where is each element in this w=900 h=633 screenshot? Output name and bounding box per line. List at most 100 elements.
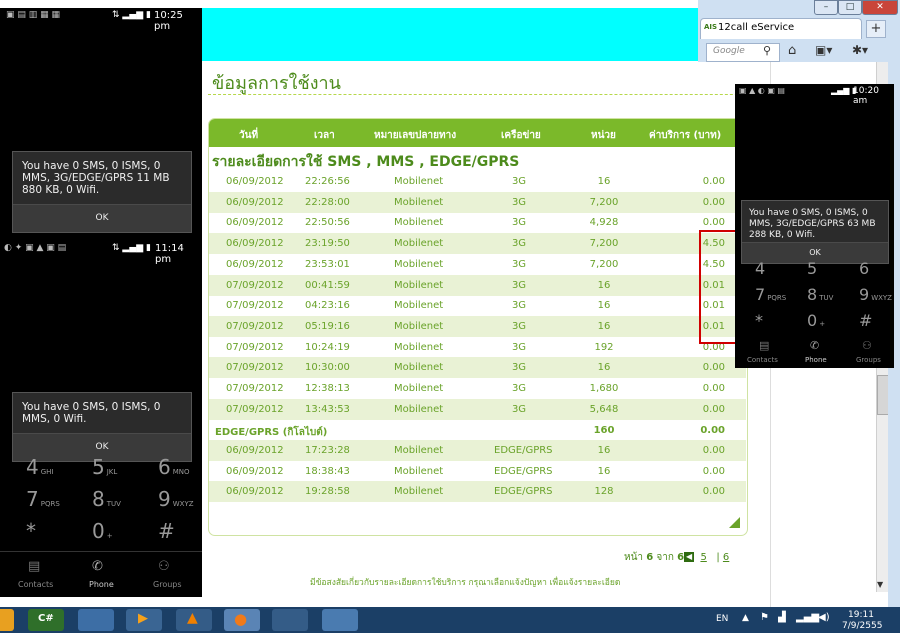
row-time: 04:23:16 (305, 300, 350, 312)
dial-key[interactable]: 5 (807, 259, 819, 278)
status-time: 11:14 pm (155, 243, 184, 265)
minimize-button[interactable]: – (814, 0, 838, 15)
dial-key[interactable]: 0 + (92, 519, 113, 543)
dial-key[interactable]: # (859, 311, 874, 330)
clock-time[interactable]: 19:11 (848, 610, 874, 620)
row-network: 3G (511, 383, 527, 394)
pager-link-last[interactable]: 6 (723, 552, 729, 563)
groups-icon[interactable]: ⚇ (862, 339, 872, 352)
explorer-icon[interactable] (78, 609, 114, 631)
previous-page-arrow-icon[interactable]: ◀ (684, 552, 695, 562)
dial-key-letters: WXYZ (871, 294, 892, 302)
row-destination: Mobilenet (394, 341, 444, 353)
row-units: 16 (597, 176, 611, 187)
contacts-icon[interactable]: ▤ (759, 339, 769, 352)
dial-key[interactable]: # (158, 519, 177, 543)
row-network: EDGE/GPRS (494, 486, 553, 498)
search-icon[interactable]: ⚲ (763, 44, 771, 57)
row-destination: Mobilenet (394, 445, 444, 456)
dial-key[interactable]: * (755, 311, 765, 330)
language-indicator[interactable]: EN (716, 614, 728, 624)
scroll-down-arrow-icon[interactable]: ▼ (877, 580, 883, 589)
row-fee: 0.00 (702, 196, 725, 208)
row-date: 06/09/2012 (226, 176, 284, 187)
dial-key[interactable]: 9 WXYZ (859, 285, 892, 304)
dial-key[interactable]: 7 PQRS (26, 487, 60, 511)
close-button[interactable]: ✕ (862, 0, 898, 15)
dial-key-digit: 0 (92, 519, 105, 543)
tab-phone[interactable]: Phone (805, 356, 827, 364)
tray-expand-icon[interactable]: ▲ (742, 613, 749, 623)
notification-icons: ◐ ✦ ▣ ▲ ▣ ▤ (4, 243, 67, 253)
row-date: 07/09/2012 (226, 279, 284, 291)
tab-groups[interactable]: Groups (153, 580, 182, 589)
tab-groups[interactable]: Groups (856, 356, 881, 364)
row-network: 3G (511, 176, 527, 187)
bookmarks-icon[interactable]: ▣▾ (815, 43, 832, 57)
vlc-icon[interactable]: ▲ (176, 609, 212, 631)
pager-label-of: จาก (656, 552, 674, 563)
dial-key[interactable]: 4 (755, 259, 767, 278)
dial-key-letters: MNO (172, 468, 190, 476)
home-icon[interactable]: ⌂ (788, 43, 796, 58)
clock-date[interactable]: 7/9/2555 (842, 621, 882, 631)
dial-key[interactable]: 0 + (807, 311, 825, 330)
window-controls: – □ ✕ (808, 0, 900, 15)
dial-key-letters: TUV (819, 294, 834, 302)
dial-key[interactable]: 9 WXYZ (158, 487, 194, 511)
maximize-button[interactable]: □ (838, 0, 862, 15)
phone-icon[interactable]: ✆ (810, 339, 819, 352)
dial-key[interactable]: 8 TUV (92, 487, 121, 511)
dial-key[interactable]: 6 (859, 259, 871, 278)
tab-contacts[interactable]: Contacts (747, 356, 778, 364)
firefox-icon[interactable]: ● (224, 609, 260, 631)
row-network: 3G (511, 341, 527, 353)
contacts-icon[interactable]: ▤ (28, 559, 40, 574)
dial-key-letters: PQRS (767, 294, 787, 302)
network-icon[interactable]: ▟ (778, 612, 786, 623)
row-date: 06/09/2012 (226, 258, 284, 270)
window-app-icon[interactable] (272, 609, 308, 631)
row-fee: 0.00 (702, 362, 725, 374)
media-player-icon[interactable]: ▶ (126, 609, 162, 631)
row-date: 07/09/2012 (226, 341, 284, 353)
tab-contacts[interactable]: Contacts (18, 580, 53, 589)
start-orb-icon[interactable] (0, 609, 14, 631)
signal-icon[interactable]: ▂▄▆ (796, 612, 819, 623)
footer-note[interactable]: มีข้อสงสัยเกี่ยวกับรายละเอียดการใช้บริกา… (310, 575, 620, 589)
row-destination: Mobilenet (394, 279, 444, 291)
row-time: 22:50:56 (305, 217, 350, 229)
table-row: 07/09/2012 10:24:19 Mobilenet 3G 192 0.00 (209, 337, 746, 358)
volume-icon[interactable]: ◀) (818, 612, 830, 623)
dial-key[interactable]: 4 GHI (26, 455, 54, 479)
dial-key[interactable]: 6 MNO (158, 455, 190, 479)
groups-icon[interactable]: ⚇ (158, 559, 170, 574)
new-tab-button[interactable]: + (866, 20, 886, 38)
phone-icon[interactable]: ✆ (92, 559, 103, 574)
row-date: 07/09/2012 (226, 300, 284, 312)
dial-key-letters: WXYZ (172, 500, 194, 508)
screenshot-app-icon[interactable] (322, 609, 358, 631)
tools-icon[interactable]: ✱▾ (852, 43, 868, 57)
section-title: รายละเอียดการใช้ SMS , MMS , EDGE/GPRS (212, 154, 520, 170)
dial-key[interactable]: 8 TUV (807, 285, 833, 304)
signal-battery-icon: ⇅ ▂▄▆ ▮ (112, 243, 151, 253)
dial-key[interactable]: 5 JKL (92, 455, 117, 479)
dial-key-digit: 6 (859, 259, 870, 278)
ok-button[interactable]: OK (13, 204, 191, 232)
tab-phone[interactable]: Phone (89, 580, 114, 589)
row-destination: Mobilenet (394, 465, 444, 477)
search-placeholder: Google (713, 46, 745, 56)
panel-resize-corner (729, 517, 740, 528)
pager-link-prev[interactable]: 5 (700, 552, 706, 563)
csharp-app-icon[interactable]: C# (28, 609, 64, 631)
row-time: 22:26:56 (305, 176, 350, 187)
table-row: 07/09/2012 00:41:59 Mobilenet 3G 16 0.01 (209, 274, 746, 296)
row-units: 16 (597, 465, 611, 477)
keypad-divider (0, 551, 202, 552)
action-center-flag-icon[interactable]: ⚑ (760, 612, 769, 623)
row-units: 128 (594, 486, 614, 498)
dial-key[interactable]: 7 PQRS (755, 285, 786, 304)
dial-key[interactable]: * (26, 519, 38, 543)
row-time: 05:19:16 (305, 320, 350, 332)
